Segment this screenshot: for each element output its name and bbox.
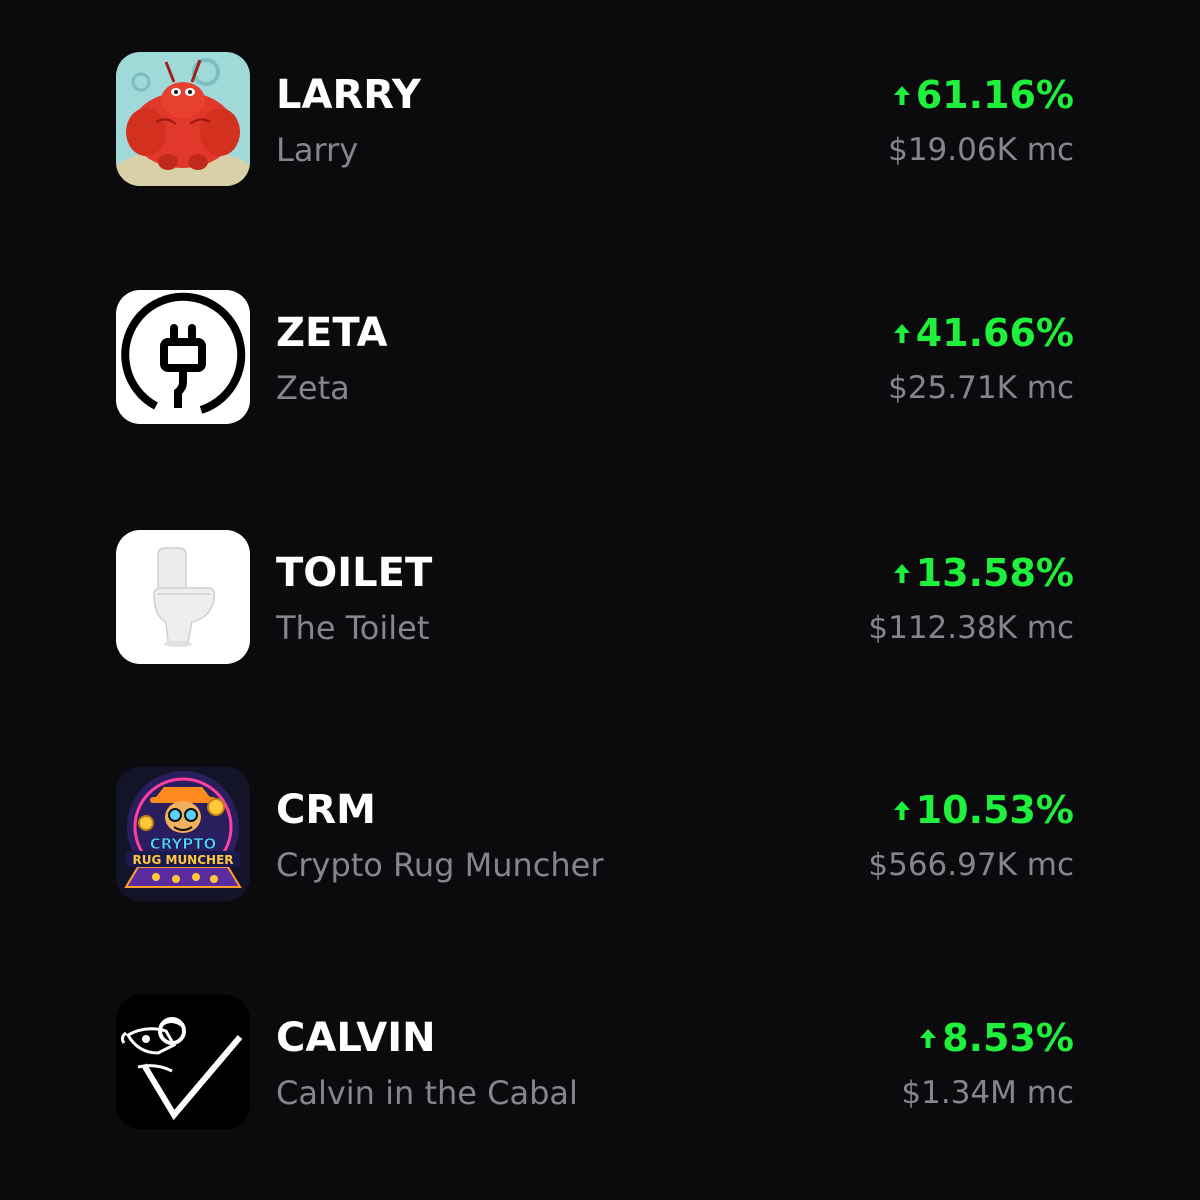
token-symbol: ZETA: [276, 310, 388, 356]
price-change-value: 41.66%: [915, 311, 1074, 355]
price-change: 8.53%: [918, 1015, 1074, 1061]
token-name: Larry: [276, 131, 359, 169]
token-row-larry[interactable]: LARRY Larry 61.16% $19.06K mc: [116, 52, 1076, 186]
price-change-value: 10.53%: [915, 788, 1074, 832]
token-symbol: TOILET: [276, 550, 433, 596]
arrow-up-icon: [893, 86, 910, 105]
price-change: 13.58%: [892, 550, 1074, 596]
token-row-toilet[interactable]: TOILET The Toilet 13.58% $112.38K mc: [116, 530, 1076, 664]
crypto-rug-muncher-icon: CRYPTO RUG MUNCHER: [116, 767, 250, 901]
token-row-calvin[interactable]: CALVIN Calvin in the Cabal 8.53% $1.34M …: [116, 995, 1076, 1129]
price-change: 41.66%: [892, 310, 1074, 356]
larry-lobster-icon: [116, 52, 250, 186]
token-symbol: LARRY: [276, 72, 421, 118]
token-name: The Toilet: [276, 609, 430, 647]
token-row-zeta[interactable]: ZETA Zeta 41.66% $25.71K mc: [116, 290, 1076, 424]
token-name: Zeta: [276, 369, 350, 407]
price-change: 61.16%: [892, 72, 1074, 118]
arrow-up-icon: [920, 1029, 937, 1048]
market-cap: $19.06K mc: [888, 132, 1074, 168]
plug-icon: [116, 290, 250, 424]
arrow-up-icon: [893, 564, 910, 583]
crm-icon-text-bottom: RUG MUNCHER: [132, 853, 233, 867]
market-cap: $566.97K mc: [868, 847, 1074, 883]
calvin-cabal-icon: [116, 995, 250, 1129]
token-symbol: CALVIN: [276, 1015, 436, 1061]
market-cap: $25.71K mc: [888, 370, 1074, 406]
price-change-value: 61.16%: [915, 73, 1074, 117]
token-list: LARRY Larry 61.16% $19.06K mc ZETA Zeta: [0, 0, 1200, 1200]
price-change: 10.53%: [892, 787, 1074, 833]
market-cap: $1.34M mc: [901, 1075, 1074, 1111]
toilet-icon: [116, 530, 250, 664]
price-change-value: 8.53%: [942, 1016, 1074, 1060]
arrow-up-icon: [893, 324, 910, 343]
token-row-crm[interactable]: CRYPTO RUG MUNCHER CRM Crypto Rug Munche…: [116, 767, 1076, 901]
arrow-up-icon: [893, 801, 910, 820]
crm-icon-text-top: CRYPTO: [150, 835, 217, 853]
market-cap: $112.38K mc: [868, 610, 1074, 646]
price-change-value: 13.58%: [915, 551, 1074, 595]
token-name: Calvin in the Cabal: [276, 1074, 578, 1112]
token-name: Crypto Rug Muncher: [276, 846, 604, 884]
token-symbol: CRM: [276, 787, 376, 833]
